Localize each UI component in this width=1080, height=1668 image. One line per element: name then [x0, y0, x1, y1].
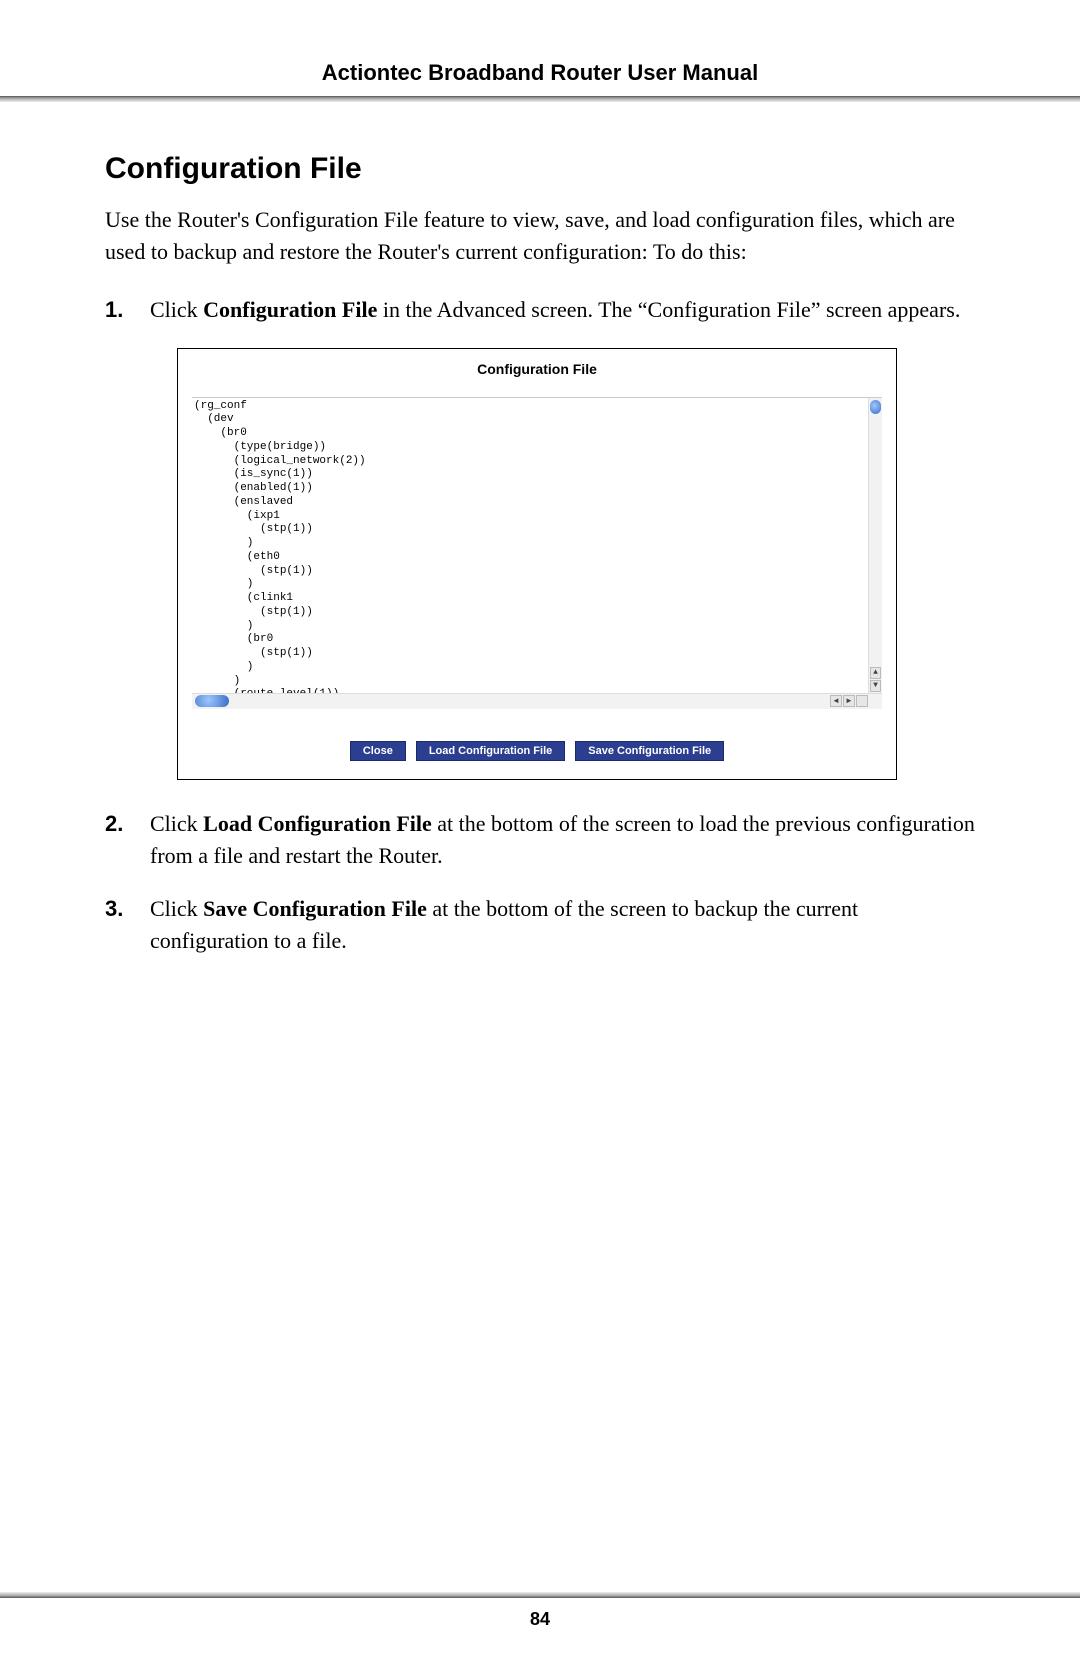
text-bold: Save Configuration File [203, 896, 427, 921]
text-bold: Load Configuration File [203, 811, 432, 836]
scroll-thumb[interactable] [870, 400, 881, 414]
scroll-down-icon[interactable]: ▼ [870, 680, 881, 692]
text-fragment: Click [150, 297, 203, 322]
scroll-up-icon[interactable]: ▲ [870, 667, 881, 679]
text-fragment: Click [150, 811, 203, 836]
manual-header: Actiontec Broadband Router User Manual [105, 60, 975, 86]
scroll-thumb[interactable] [195, 695, 229, 707]
config-textarea[interactable]: (rg_conf (dev (br0 (type(bridge)) (logic… [192, 397, 882, 693]
step-2: 2. Click Load Configuration File at the … [105, 808, 975, 872]
text-bold: Configuration File [203, 297, 377, 322]
step-number: 2. [105, 808, 150, 872]
header-divider [0, 96, 1080, 102]
steps-list-cont: 2. Click Load Configuration File at the … [105, 808, 975, 958]
vertical-scrollbar[interactable]: ▲ ▼ [868, 398, 882, 693]
text-fragment: Click [150, 896, 203, 921]
scroll-left-icon[interactable]: ◄ [830, 695, 842, 707]
section-heading: Configuration File [105, 152, 975, 186]
step-number: 1. [105, 294, 150, 326]
step-3: 3. Click Save Configuration File at the … [105, 893, 975, 957]
footer-divider [0, 1592, 1080, 1598]
steps-list: 1. Click Configuration File in the Advan… [105, 294, 975, 326]
config-file-panel: Configuration File (rg_conf (dev (br0 (t… [177, 348, 897, 780]
step-text: Click Load Configuration File at the bot… [150, 808, 975, 872]
step-1: 1. Click Configuration File in the Advan… [105, 294, 975, 326]
resize-grip-icon [856, 695, 868, 707]
panel-title: Configuration File [192, 361, 882, 377]
text-fragment: in the Advanced screen. The “Configurati… [377, 297, 960, 322]
button-row: Close Load Configuration File Save Confi… [192, 741, 882, 761]
step-text: Click Save Configuration File at the bot… [150, 893, 975, 957]
page-number: 84 [0, 1609, 1080, 1630]
step-text: Click Configuration File in the Advanced… [150, 294, 975, 326]
horizontal-scrollbar[interactable]: ◄ ► [192, 693, 882, 709]
save-config-button[interactable]: Save Configuration File [575, 741, 724, 761]
screenshot-container: Configuration File (rg_conf (dev (br0 (t… [177, 348, 897, 780]
load-config-button[interactable]: Load Configuration File [416, 741, 565, 761]
close-button[interactable]: Close [350, 741, 406, 761]
scroll-right-icon[interactable]: ► [843, 695, 855, 707]
step-number: 3. [105, 893, 150, 957]
intro-paragraph: Use the Router's Configuration File feat… [105, 204, 975, 268]
config-text-content: (rg_conf (dev (br0 (type(bridge)) (logic… [194, 400, 366, 693]
